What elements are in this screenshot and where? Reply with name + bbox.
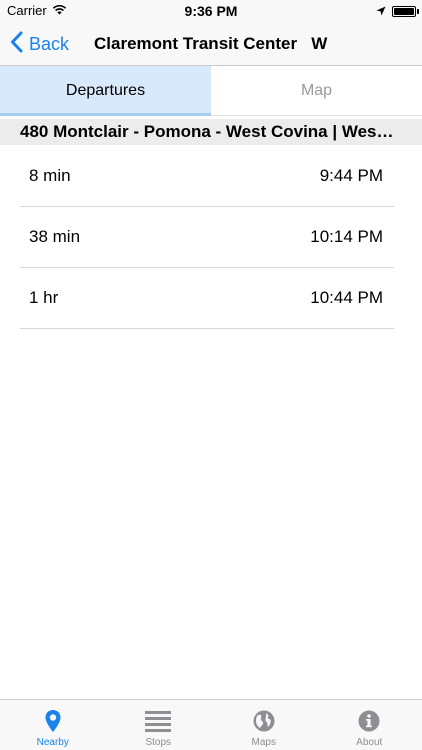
departure-row[interactable]: 8 min 9:44 PM (20, 146, 394, 207)
departure-time: 10:44 PM (310, 288, 383, 307)
page-title: Claremont Transit Center W (94, 34, 328, 53)
chevron-left-icon (10, 31, 23, 58)
battery-fill (394, 8, 414, 15)
tab-nearby[interactable]: Nearby (0, 700, 106, 750)
navigation-bar: Back Claremont Transit Center W (0, 22, 422, 66)
globe-icon (250, 708, 278, 734)
departure-wait: 1 hr (29, 288, 59, 307)
departure-wait: 8 min (29, 166, 71, 185)
departures-list: 8 min 9:44 PM 38 min 10:14 PM 1 hr 10:44… (0, 146, 422, 329)
tab-bar: Nearby Stops Maps About (0, 699, 422, 750)
tab-label: Stops (145, 737, 172, 748)
segmented-control: Departures Map (0, 66, 422, 116)
tab-label: About (356, 737, 383, 748)
departure-row[interactable]: 38 min 10:14 PM (20, 207, 394, 268)
tab-map[interactable]: Map (211, 66, 422, 116)
battery-icon (392, 6, 419, 17)
list-lines-icon (144, 708, 172, 734)
departure-row[interactable]: 1 hr 10:44 PM (20, 268, 394, 329)
back-label: Back (29, 33, 70, 54)
route-header: 480 Montclair - Pomona - West Covina | W… (0, 119, 422, 145)
back-button[interactable]: Back (10, 22, 69, 66)
tab-stops[interactable]: Stops (106, 700, 212, 750)
departure-wait: 38 min (29, 227, 81, 246)
location-arrow-icon (376, 4, 386, 19)
status-bar: Carrier 9:36 PM (0, 0, 422, 22)
departure-time: 9:44 PM (319, 166, 383, 185)
tab-departures[interactable]: Departures (0, 66, 211, 116)
info-icon (355, 708, 383, 734)
battery-tip (417, 9, 419, 14)
tab-label: Maps (251, 737, 276, 748)
tab-label: Nearby (36, 737, 69, 748)
status-time: 9:36 PM (184, 3, 238, 19)
location-pin-icon (39, 708, 67, 734)
status-right (376, 4, 419, 19)
departure-time: 10:14 PM (310, 227, 383, 246)
tab-maps[interactable]: Maps (211, 700, 317, 750)
tab-about[interactable]: About (317, 700, 422, 750)
